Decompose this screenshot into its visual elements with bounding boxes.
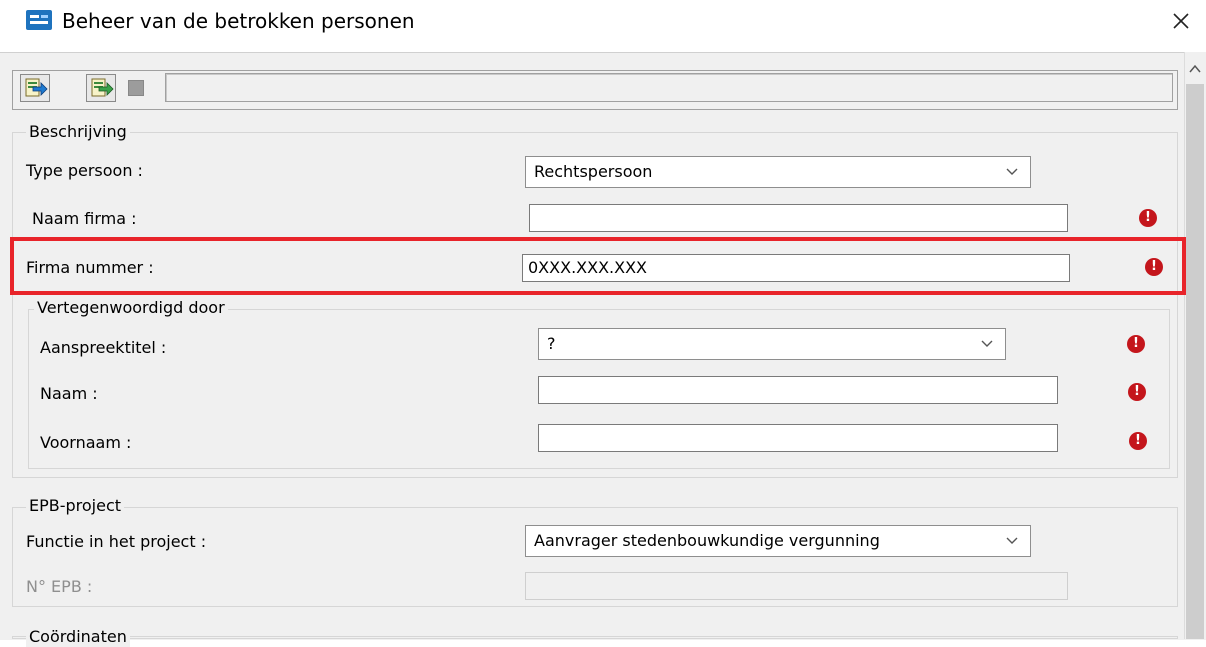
import-arrow-icon bbox=[25, 78, 48, 97]
export-arrow-icon bbox=[91, 78, 114, 97]
error-icon: ! bbox=[1139, 209, 1157, 227]
scroll-up-arrow-icon[interactable] bbox=[1186, 60, 1204, 78]
aanspreektitel-label: Aanspreektitel : bbox=[40, 338, 167, 357]
naam-label: Naam : bbox=[40, 384, 98, 403]
functie-select[interactable]: Aanvrager stedenbouwkundige vergunning bbox=[525, 525, 1031, 557]
chevron-down-icon bbox=[1006, 537, 1018, 544]
voornaam-field[interactable] bbox=[538, 424, 1058, 452]
type-persoon-value: Rechtspersoon bbox=[534, 162, 653, 181]
epb-project-legend: EPB-project bbox=[26, 496, 125, 516]
error-icon: ! bbox=[1128, 383, 1146, 401]
naam-field[interactable] bbox=[538, 376, 1058, 404]
aanspreektitel-select[interactable]: ? bbox=[538, 328, 1006, 360]
nr-epb-label: N° EPB : bbox=[26, 577, 93, 596]
disabled-square-icon bbox=[128, 80, 144, 96]
app-window-icon bbox=[26, 10, 52, 30]
coordinaten-legend: Coördinaten bbox=[26, 627, 130, 647]
type-persoon-label: Type persoon : bbox=[26, 161, 143, 180]
error-icon: ! bbox=[1127, 335, 1145, 353]
scrollbar-thumb[interactable] bbox=[1186, 84, 1204, 639]
beschrijving-legend: Beschrijving bbox=[26, 122, 130, 142]
import-button[interactable] bbox=[20, 74, 50, 102]
voornaam-label: Voornaam : bbox=[40, 433, 132, 452]
nr-epb-field bbox=[525, 572, 1068, 600]
functie-value: Aanvrager stedenbouwkundige vergunning bbox=[534, 531, 880, 550]
error-icon: ! bbox=[1129, 432, 1147, 450]
close-icon[interactable] bbox=[1166, 6, 1196, 36]
export-button[interactable] bbox=[86, 74, 116, 102]
aanspreektitel-value: ? bbox=[547, 334, 556, 353]
window-title: Beheer van de betrokken personen bbox=[62, 9, 415, 33]
chevron-down-icon bbox=[981, 340, 993, 347]
vertegenwoordigd-legend: Vertegenwoordigd door bbox=[34, 298, 228, 318]
naam-firma-label: Naam firma : bbox=[32, 209, 137, 228]
toolbar-info-field bbox=[165, 73, 1173, 102]
highlight-box bbox=[10, 237, 1186, 295]
type-persoon-select[interactable]: Rechtspersoon bbox=[525, 156, 1031, 188]
functie-label: Functie in het project : bbox=[26, 532, 207, 551]
chevron-down-icon bbox=[1006, 168, 1018, 175]
naam-firma-field[interactable] bbox=[529, 204, 1068, 232]
